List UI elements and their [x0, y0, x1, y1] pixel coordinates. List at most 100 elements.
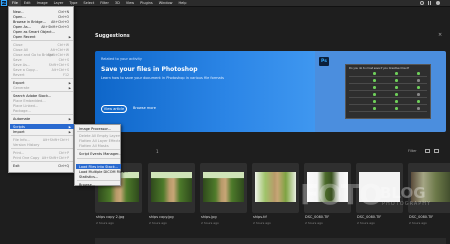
file-menu-item-exit[interactable]: Exit — [13, 164, 20, 168]
file-menu-item-open-recent[interactable]: Open Recent — [13, 35, 36, 39]
suggestion-card-banner — [95, 51, 315, 132]
preview-dialog-row — [349, 111, 427, 112]
grid-view-icon[interactable] — [425, 149, 430, 153]
preview-dialog-check-icon — [395, 72, 398, 75]
file-menu-item-save[interactable]: Save — [13, 58, 22, 62]
file-menu-item-import[interactable]: Import — [13, 130, 25, 134]
menu-separator — [77, 149, 120, 150]
file-menu-item-open-as[interactable]: Open As... — [13, 25, 31, 29]
scripts-menu-item-image-processor[interactable]: Image Processor... — [79, 127, 111, 131]
recent-file-date: 2 hours ago — [305, 221, 323, 225]
file-menu-item-close[interactable]: Close — [13, 43, 23, 47]
preview-dialog-check-icon — [373, 72, 376, 75]
file-preview-image — [255, 172, 296, 202]
card-title: Save your files in Photoshop — [101, 66, 198, 73]
recent-file-date: 2 hours ago — [201, 221, 219, 225]
menu-window[interactable]: Window — [156, 0, 176, 7]
preview-dialog-check-icon — [395, 100, 398, 103]
scripts-menu-item-script-events-manager[interactable]: Script Events Manager... — [79, 152, 122, 156]
menu-3d[interactable]: 3D — [112, 0, 123, 7]
preview-dialog-check-icon — [373, 79, 376, 82]
menu-shortcut: Ctrl+O — [58, 15, 69, 19]
file-menu-item-print-one-copy[interactable]: Print One Copy — [13, 156, 39, 160]
scripts-menu-item-delete-all-empty-layers[interactable]: Delete All Empty Layers — [79, 134, 121, 138]
scripts-menu-item-load-multiple-dicom-files[interactable]: Load Multiple DICOM Files... — [79, 170, 128, 174]
file-menu-item-browse-in-bridge[interactable]: Browse in Bridge... — [13, 20, 46, 24]
submenu-arrow-icon: ▶ — [68, 35, 71, 39]
menu-shortcut: Ctrl+W — [57, 43, 70, 47]
recent-file-date: 2 hours ago — [253, 221, 271, 225]
file-menu-item-version-history[interactable]: Version History — [13, 143, 39, 147]
file-menu-item-file-info[interactable]: File Info... — [13, 138, 30, 142]
recent-file-date: 2 hours ago — [149, 221, 167, 225]
search-icon[interactable] — [420, 1, 424, 5]
menu-shortcut: Alt+Ctrl+O — [51, 20, 69, 24]
preview-dialog-title: Do you do to most save if you Creative C… — [349, 67, 410, 70]
menu-help[interactable]: Help — [176, 0, 190, 7]
file-menu-item-export[interactable]: Export — [13, 81, 24, 85]
file-menu-item-package[interactable]: Package... — [13, 109, 31, 113]
file-menu-item-place-embedded[interactable]: Place Embedded... — [13, 99, 46, 103]
menu-filter[interactable]: Filter — [97, 0, 112, 7]
recent-file-date: 2 hours ago — [96, 221, 114, 225]
apps-grid-icon[interactable] — [428, 1, 432, 5]
file-menu-item-save-as[interactable]: Save As... — [13, 63, 30, 67]
file-menu-item-place-linked[interactable]: Place Linked... — [13, 104, 38, 108]
file-menu-item-close-all[interactable]: Close All — [13, 48, 28, 52]
preview-dialog-check-icon — [395, 107, 398, 110]
file-menu-item-search-adobe-stock[interactable]: Search Adobe Stock... — [13, 94, 51, 98]
menu-shortcut: Ctrl+N — [58, 10, 69, 14]
recent-file-name: ships.jpg — [201, 215, 217, 219]
file-menu-item-revert[interactable]: Revert — [13, 73, 24, 77]
preview-dialog-check-icon — [417, 86, 420, 89]
scripts-menu-item-browse[interactable]: Browse... — [79, 183, 95, 187]
submenu-arrow-icon: ▶ — [68, 86, 71, 90]
preview-dialog-check-icon — [417, 72, 420, 75]
file-menu-item-open-as-smart-object[interactable]: Open as Smart Object... — [13, 30, 55, 34]
filter-label[interactable]: Filter — [408, 149, 417, 153]
menu-shortcut: Alt+Ctrl+S — [51, 68, 69, 72]
menu-separator — [11, 114, 73, 115]
menu-shortcut: F12 — [63, 73, 69, 77]
menu-shortcut: Alt+Shift+Ctrl+P — [41, 156, 69, 160]
recent-file-name: DSC_0080.TIF — [305, 215, 330, 219]
menu-shortcut: Shift+Ctrl+W — [47, 53, 69, 57]
close-suggestions-icon[interactable]: × — [438, 32, 442, 38]
preview-dialog-row — [349, 90, 427, 91]
menu-view[interactable]: View — [123, 0, 137, 7]
browse-more-button[interactable]: Browse more — [133, 106, 156, 110]
file-menu-item-scripts[interactable]: Scripts — [13, 125, 25, 129]
photoshop-badge-icon: Ps — [319, 57, 329, 66]
preview-dialog-row — [349, 83, 427, 84]
file-menu-item-open[interactable]: Open... — [13, 15, 26, 19]
scripts-menu-item-flatten-all-layer-effects[interactable]: Flatten All Layer Effects — [79, 139, 121, 143]
scripts-menu-item-statistics[interactable]: Statistics... — [79, 175, 98, 179]
menu-separator — [77, 158, 120, 159]
recent-file-thumbnail[interactable] — [252, 163, 299, 213]
menu-shortcut: Alt+Ctrl+W — [50, 48, 69, 52]
preview-dialog-check-icon — [373, 86, 376, 89]
recent-file-thumbnail[interactable] — [148, 163, 195, 213]
user-avatar-icon[interactable] — [436, 1, 440, 5]
view-article-button[interactable]: View article — [101, 105, 127, 113]
preview-dialog-check-icon — [417, 100, 420, 103]
file-menu-item-new[interactable]: New... — [13, 10, 24, 14]
submenu-arrow-icon: ▶ — [68, 130, 71, 134]
scripts-menu-item-load-files-into-stack[interactable]: Load Files into Stack... — [79, 165, 118, 169]
recent-file-name: ships copy.jpg — [149, 215, 174, 219]
menu-select[interactable]: Select — [80, 0, 97, 7]
menu-separator — [11, 135, 73, 136]
menu-plugins[interactable]: Plugins — [137, 0, 156, 7]
file-menu-item-automate[interactable]: Automate — [13, 117, 30, 121]
list-view-icon[interactable] — [434, 149, 439, 153]
card-label: Related to your activity — [101, 57, 142, 61]
watermark-logo: FOTO — [300, 178, 383, 211]
file-menu-item-print[interactable]: Print... — [13, 151, 24, 155]
recent-file-name: DSC_0080.TIF — [357, 215, 382, 219]
photoshop-logo-icon[interactable]: Ps — [1, 0, 7, 6]
page-indicator[interactable]: 1 — [156, 149, 159, 154]
scripts-menu-item-flatten-all-masks[interactable]: Flatten All Masks — [79, 144, 109, 148]
recent-file-thumbnail[interactable] — [200, 163, 247, 213]
file-menu-item-save-a-copy[interactable]: Save a Copy... — [13, 68, 38, 72]
file-menu-item-generate[interactable]: Generate — [13, 86, 29, 90]
